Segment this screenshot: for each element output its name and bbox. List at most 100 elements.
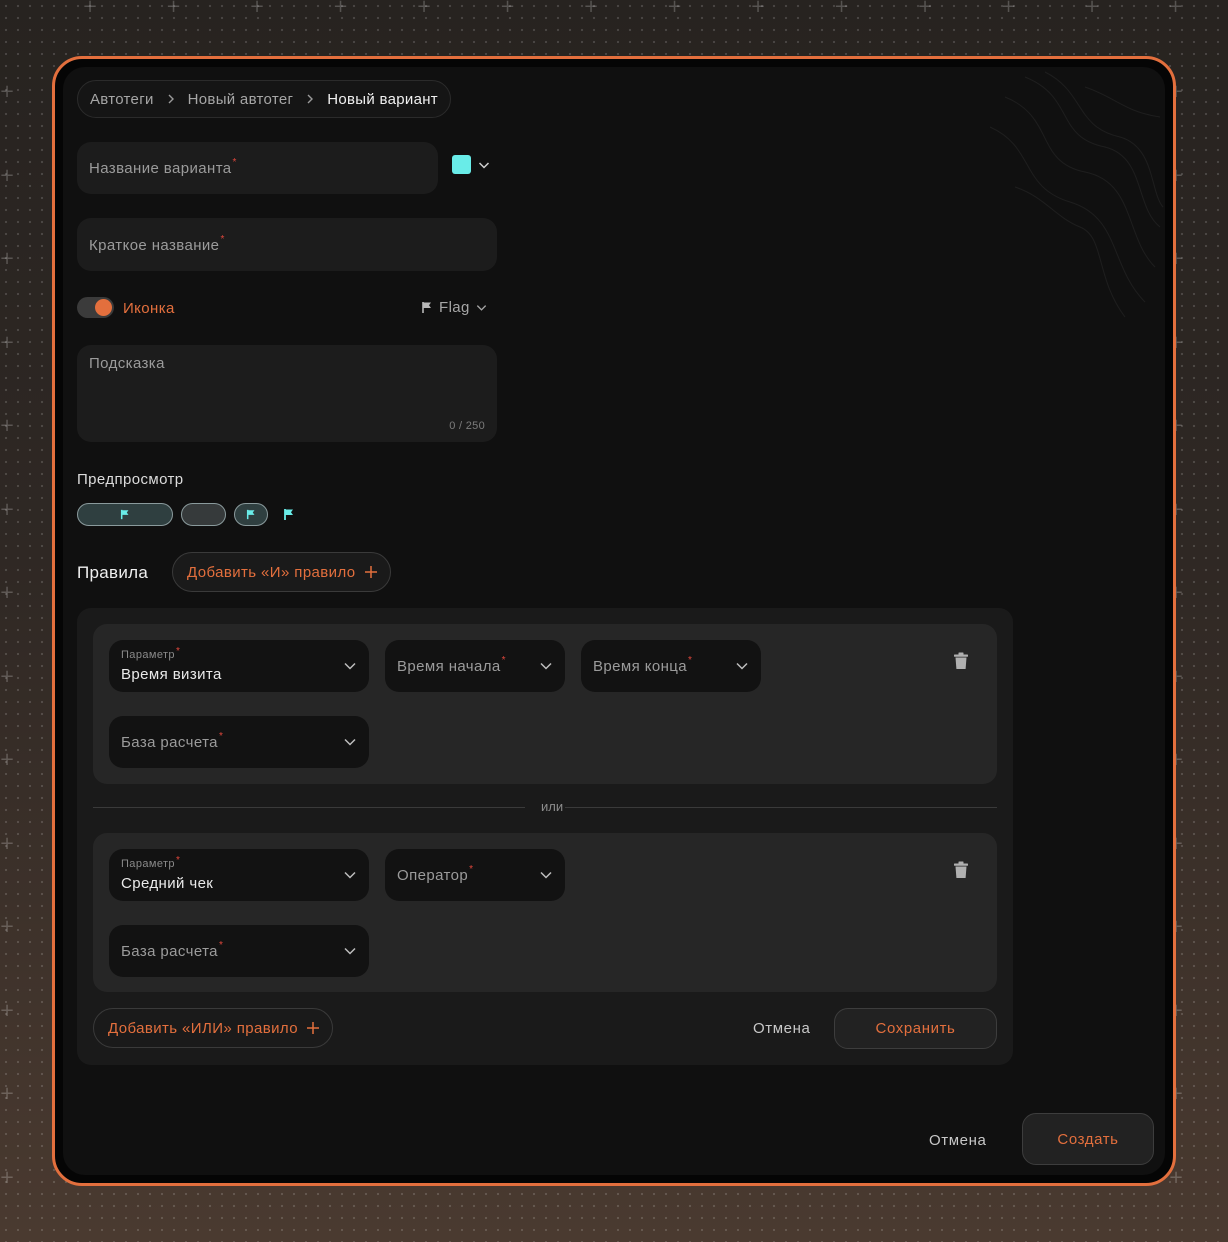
plus-mark-icon: + bbox=[0, 248, 15, 269]
operator-select[interactable]: Оператор* bbox=[385, 849, 565, 901]
trash-icon[interactable] bbox=[953, 861, 969, 879]
required-mark: * bbox=[218, 731, 224, 742]
icon-toggle[interactable] bbox=[77, 297, 114, 318]
required-mark: * bbox=[469, 864, 474, 875]
chevron-down-icon bbox=[344, 947, 356, 955]
plus-mark-icon: + bbox=[0, 164, 15, 186]
modal-frame: Автотеги Новый автотег Новый вариант Наз… bbox=[52, 56, 1176, 1186]
breadcrumb-item-current: Новый вариант bbox=[327, 90, 438, 108]
icon-select-value: Flag bbox=[439, 299, 470, 316]
chevron-down-icon bbox=[736, 662, 748, 670]
plus-mark-icon: + bbox=[1167, 0, 1184, 17]
base-select[interactable]: База расчета* bbox=[109, 716, 369, 768]
parameter-select[interactable]: Параметр* Время визита bbox=[109, 640, 369, 692]
rule-group: Параметр* Средний чек Оператор* База рас… bbox=[93, 833, 997, 992]
plus-icon bbox=[364, 566, 377, 578]
start-time-label: Время начала bbox=[397, 658, 501, 675]
short-name-input[interactable]: Краткое название* bbox=[77, 218, 497, 271]
operator-label: Оператор bbox=[397, 867, 469, 884]
plus-mark-icon: + bbox=[0, 665, 15, 687]
toggle-knob bbox=[95, 299, 112, 316]
add-and-rule-button[interactable]: Добавить «И» правило bbox=[172, 552, 391, 592]
add-or-rule-label: Добавить «ИЛИ» правило bbox=[108, 1019, 298, 1037]
variant-name-input[interactable]: Название варианта* bbox=[77, 142, 438, 194]
plus-mark-icon: + bbox=[0, 749, 15, 770]
plus-mark-icon: + bbox=[165, 0, 182, 17]
required-mark: * bbox=[687, 655, 693, 666]
plus-mark-icon: + bbox=[666, 0, 683, 17]
end-time-label: Время конца bbox=[593, 658, 687, 675]
plus-mark-icon: + bbox=[0, 1083, 15, 1104]
topographic-decoration bbox=[989, 71, 1164, 318]
flag-icon bbox=[422, 302, 431, 313]
required-mark: * bbox=[218, 940, 224, 951]
plus-mark-icon: + bbox=[499, 0, 516, 17]
required-mark: * bbox=[175, 646, 181, 657]
plus-mark-icon: + bbox=[82, 0, 98, 17]
plus-mark-icon: + bbox=[0, 916, 15, 937]
chevron-down-icon bbox=[476, 305, 486, 311]
rules-save-label: Сохранить bbox=[875, 1020, 956, 1037]
preview-title: Предпросмотр bbox=[77, 471, 184, 488]
parameter-value: Время визита bbox=[121, 666, 222, 683]
breadcrumb-item-autotags[interactable]: Автотеги bbox=[90, 91, 154, 108]
end-time-select[interactable]: Время конца* bbox=[581, 640, 761, 692]
icon-select[interactable]: Flag bbox=[421, 299, 488, 316]
rules-container: Параметр* Время визита Время начала* Вре… bbox=[77, 608, 1013, 1065]
parameter-select[interactable]: Параметр* Средний чек bbox=[109, 849, 369, 901]
chevron-down-icon bbox=[540, 662, 552, 670]
hint-textarea[interactable]: Подсказка 0 / 250 bbox=[77, 345, 497, 442]
plus-mark-icon: + bbox=[0, 999, 15, 1021]
parameter-label: Параметр bbox=[121, 649, 175, 661]
create-button-label: Создать bbox=[1057, 1130, 1119, 1148]
chevron-right-icon bbox=[168, 94, 174, 104]
plus-mark-icon: + bbox=[1084, 0, 1100, 17]
plus-mark-icon: + bbox=[833, 0, 850, 17]
chevron-right-icon bbox=[307, 94, 314, 104]
plus-mark-icon: + bbox=[0, 1166, 15, 1188]
chevron-down-icon bbox=[344, 871, 356, 879]
icon-toggle-label: Иконка bbox=[123, 300, 175, 317]
flag-icon bbox=[246, 509, 254, 520]
parameter-value: Средний чек bbox=[121, 875, 214, 892]
plus-mark-icon: + bbox=[0, 81, 15, 102]
chevron-down-icon bbox=[540, 871, 552, 879]
rules-cancel-button[interactable]: Отмена bbox=[753, 1020, 810, 1037]
or-divider: или bbox=[93, 799, 997, 814]
plus-mark-icon: + bbox=[0, 415, 15, 436]
plus-icon bbox=[306, 1022, 319, 1034]
breadcrumb: Автотеги Новый автотег Новый вариант bbox=[77, 80, 451, 118]
breadcrumb-item-new-autotag[interactable]: Новый автотег bbox=[188, 91, 294, 108]
plus-mark-icon: + bbox=[0, 331, 15, 353]
preview-chip-wide bbox=[77, 503, 173, 526]
base-select[interactable]: База расчета* bbox=[109, 925, 369, 977]
rules-title: Правила bbox=[77, 563, 149, 582]
hint-label: Подсказка bbox=[89, 355, 165, 372]
create-button[interactable]: Создать bbox=[1022, 1113, 1154, 1165]
color-swatch bbox=[452, 155, 471, 174]
required-mark: * bbox=[175, 855, 181, 866]
color-picker[interactable] bbox=[452, 155, 491, 174]
plus-mark-icon: + bbox=[1000, 0, 1017, 17]
base-label: База расчета bbox=[121, 734, 218, 751]
plus-mark-icon: + bbox=[416, 0, 432, 17]
plus-mark-icon: + bbox=[750, 0, 766, 17]
start-time-select[interactable]: Время начала* bbox=[385, 640, 565, 692]
trash-icon[interactable] bbox=[953, 652, 969, 670]
plus-mark-icon: + bbox=[583, 0, 599, 17]
rules-save-button[interactable]: Сохранить bbox=[834, 1008, 997, 1049]
plus-mark-icon: + bbox=[917, 0, 933, 17]
cancel-button[interactable]: Отмена bbox=[929, 1132, 986, 1149]
add-or-rule-button[interactable]: Добавить «ИЛИ» правило bbox=[93, 1008, 333, 1048]
preview-chip-icon bbox=[234, 503, 268, 526]
flag-icon bbox=[284, 509, 293, 520]
required-mark: * bbox=[220, 234, 225, 245]
parameter-label: Параметр bbox=[121, 858, 175, 870]
short-name-label: Краткое название bbox=[89, 237, 220, 254]
plus-mark-icon: + bbox=[0, 582, 15, 603]
flag-icon bbox=[120, 509, 128, 520]
add-and-rule-label: Добавить «И» правило bbox=[187, 563, 356, 581]
or-separator: или bbox=[541, 799, 564, 814]
chevron-down-icon bbox=[478, 161, 490, 169]
plus-mark-icon: + bbox=[0, 832, 15, 854]
